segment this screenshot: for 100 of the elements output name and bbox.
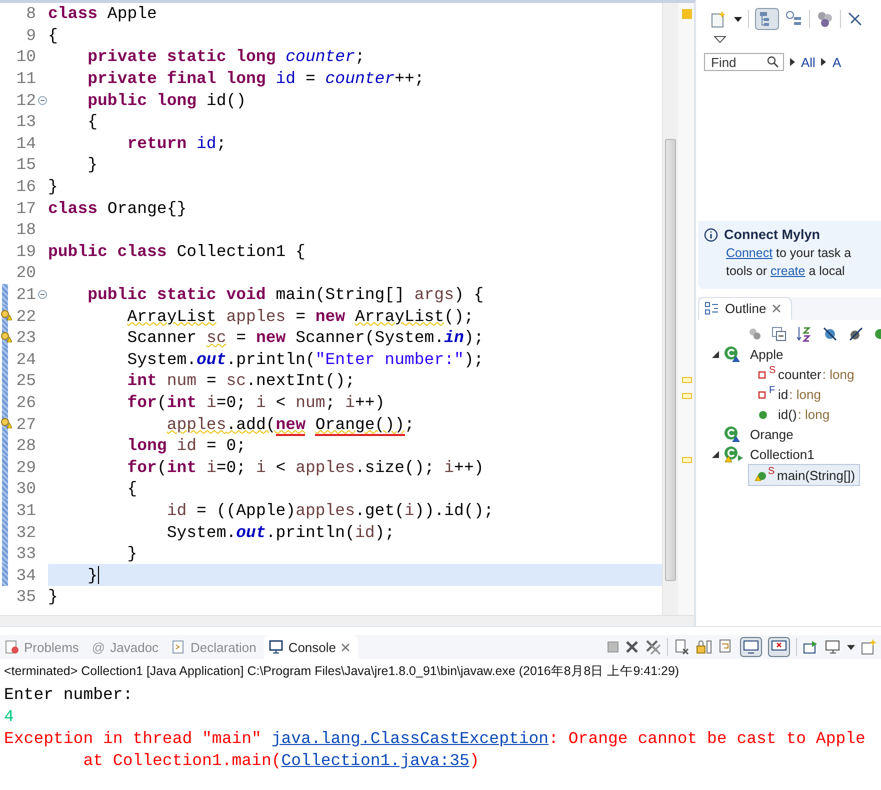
line-number: 8 — [25, 4, 36, 24]
mylyn-title: Connect Mylyn — [724, 227, 820, 242]
line-number: 13 — [15, 112, 36, 132]
collapse-icon[interactable] — [38, 96, 46, 105]
hide-static-icon[interactable] — [848, 326, 864, 342]
code-line: apples.add(new Orange()); — [166, 414, 414, 434]
code-line: class Apple — [48, 4, 157, 24]
caret-icon[interactable] — [847, 644, 855, 650]
collapse-all-icon[interactable] — [772, 327, 786, 341]
code-line: } — [86, 155, 98, 174]
show-on-error-icon[interactable] — [768, 637, 790, 657]
info-icon — [704, 228, 718, 242]
class-name[interactable]: Apple — [750, 346, 784, 362]
pin-icon[interactable] — [803, 639, 819, 655]
mylyn-text: Connect to your task a — [725, 246, 852, 260]
line-number: 20 — [15, 263, 36, 282]
line-number: 22 — [15, 306, 36, 326]
line-number: 15 — [15, 155, 36, 174]
sort-icon[interactable] — [796, 326, 812, 342]
outline-member[interactable]: $^{F}$ id: long — [756, 384, 825, 404]
line-number: 19 — [15, 242, 36, 261]
outline-tab[interactable]: Outline — [698, 297, 792, 320]
connect-link[interactable]: Connect — [726, 246, 773, 260]
filter-link[interactable]: All — [801, 54, 816, 70]
line-number: 25 — [15, 371, 36, 390]
remove-icon[interactable] — [625, 640, 639, 654]
code-line: long id = 0; — [126, 436, 246, 456]
terminate-icon[interactable] — [607, 641, 619, 653]
clear-console-icon[interactable] — [674, 639, 690, 655]
code-line: ArrayList apples = new ArrayList(); — [126, 306, 474, 326]
view-menu-icon[interactable] — [714, 36, 726, 43]
outline-icon — [705, 302, 719, 315]
console-line: 4 — [4, 706, 14, 728]
outline-member[interactable]: $^{S}$ counter: long — [756, 364, 858, 384]
line-number: 28 — [15, 436, 36, 456]
code-line: } — [86, 566, 98, 585]
code-line: Scanner sc = new Scanner(System.in); — [126, 328, 484, 348]
mylyn-text: tools or create a local — [725, 264, 846, 278]
problems-icon — [5, 640, 19, 654]
collapse-icon[interactable] — [38, 290, 46, 300]
caret-icon[interactable] — [734, 16, 742, 22]
vertical-scrollbar[interactable] — [662, 3, 678, 615]
search-icon — [767, 56, 779, 68]
line-number: 23 — [15, 328, 36, 348]
line-number: 24 — [15, 350, 36, 369]
line-number: 27 — [15, 414, 36, 434]
scheduled-view-icon[interactable] — [785, 10, 803, 28]
show-on-output-icon[interactable] — [740, 637, 762, 657]
create-link[interactable]: create — [770, 264, 806, 278]
code-line: } — [48, 587, 58, 606]
line-number: 31 — [15, 500, 36, 520]
code-line: public long id() — [86, 90, 246, 110]
new-task-icon[interactable] — [710, 10, 728, 28]
outline-member[interactable]: $^{S}$ main(String[]) — [748, 464, 860, 486]
text-cursor — [98, 566, 99, 584]
class-name[interactable]: Orange — [750, 426, 794, 442]
scroll-lock-icon[interactable] — [696, 639, 712, 655]
group-icon[interactable] — [816, 10, 834, 28]
line-number: 12 — [15, 90, 36, 110]
code-line: private final long id = counter++; — [86, 69, 424, 88]
console-line: Exception in thread "main" java.lang.ClassCastException: Orange cannot be cast to Apple — [4, 728, 866, 750]
line-number: 34 — [15, 566, 36, 585]
code-line: } — [48, 177, 58, 196]
class-name[interactable]: Collection1 — [750, 446, 814, 462]
find-field[interactable]: Find — [704, 53, 784, 71]
cross-icon[interactable] — [847, 11, 863, 27]
code-line: public static void main(String[] args) { — [86, 285, 484, 304]
expanded-icon[interactable] — [712, 450, 718, 458]
close-icon[interactable] — [341, 642, 350, 652]
filter-link[interactable]: A — [832, 54, 842, 70]
line-number: 29 — [15, 458, 36, 477]
code-line: System.out.println(id); — [166, 522, 395, 542]
line-number: 32 — [15, 522, 36, 542]
remove-all-icon[interactable] — [645, 639, 661, 655]
line-number: 16 — [15, 177, 36, 196]
stack-trace-link[interactable]: Collection1.java:35 — [281, 751, 470, 770]
view-tab[interactable]: Console — [264, 635, 358, 659]
javadoc-icon: @ — [92, 640, 106, 654]
line-number: 11 — [15, 69, 36, 88]
console-icon — [269, 640, 284, 654]
expand-icon — [821, 58, 826, 66]
new-console-icon[interactable] — [861, 639, 877, 655]
display-console-icon[interactable] — [825, 639, 841, 655]
stack-trace-link[interactable]: java.lang.ClassCastException — [271, 729, 549, 748]
code-line: { — [126, 479, 138, 498]
group-icon[interactable] — [748, 327, 762, 341]
categorized-view-icon[interactable] — [755, 8, 779, 30]
line-number: 9 — [25, 26, 36, 45]
code-line: for(int i=0; i < apples.size(); i++) — [126, 458, 484, 477]
expanded-icon[interactable] — [712, 350, 718, 358]
outline-member[interactable]: id(): long — [756, 404, 834, 424]
line-number: 10 — [15, 47, 36, 66]
hide-fields-icon[interactable] — [822, 326, 838, 342]
console-line: Enter number: — [4, 684, 133, 706]
horizontal-scrollbar[interactable] — [0, 615, 694, 626]
line-number: 21 — [15, 285, 36, 304]
code-line: private static long counter; — [86, 47, 365, 66]
code-line: id = ((Apple)apples.get(i)).id(); — [166, 500, 494, 520]
close-icon[interactable] — [772, 304, 782, 313]
method-icon[interactable] — [874, 328, 881, 340]
